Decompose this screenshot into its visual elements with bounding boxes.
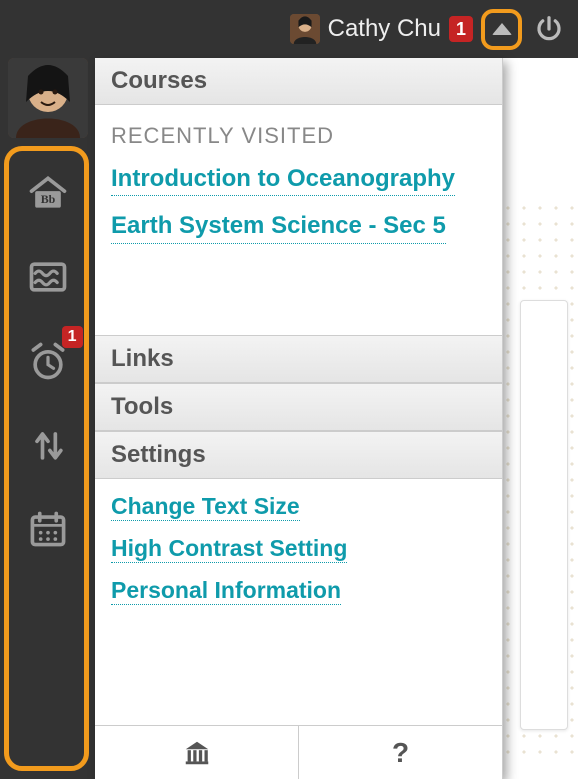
nav-updates[interactable]: 1 [23,336,73,386]
nav-posts[interactable] [23,252,73,302]
avatar-thumb-icon [290,14,320,44]
svg-text:Bb: Bb [40,192,55,206]
user-menu[interactable]: Cathy Chu 1 [290,9,522,50]
updates-badge: 1 [62,326,83,348]
power-icon [534,14,564,44]
nav-blackboard[interactable]: Bb [23,168,73,218]
footer-home-button[interactable] [95,726,298,779]
section-courses[interactable]: Courses [95,58,502,105]
notification-badge: 1 [449,16,473,42]
recent-course-link[interactable]: Earth System Science - Sec 5 [111,210,446,243]
transfer-arrows-icon [26,423,70,467]
nav-grades[interactable] [23,420,73,470]
recent-course-link[interactable]: Introduction to Oceanography [111,163,455,196]
posts-icon [26,255,70,299]
section-settings[interactable]: Settings [95,431,502,479]
nav-calendar[interactable] [23,504,73,554]
settings-link[interactable]: Personal Information [111,577,341,605]
help-icon: ? [392,737,409,769]
section-links[interactable]: Links [95,335,502,383]
avatar-large-icon [8,58,88,138]
institution-icon [182,738,212,768]
chevron-up-icon [492,23,512,35]
user-name: Cathy Chu [328,15,441,43]
calendar-icon [26,507,70,551]
logout-button[interactable] [528,8,570,50]
recent-heading: RECENTLY VISITED [95,105,502,159]
settings-link[interactable]: High Contrast Setting [111,535,347,563]
section-tools[interactable]: Tools [95,383,502,431]
global-nav-panel: Courses RECENTLY VISITED Introduction to… [95,58,503,779]
collapse-toggle[interactable] [481,9,522,50]
home-bb-icon: Bb [26,171,70,215]
footer-help-button[interactable]: ? [298,726,502,779]
settings-link[interactable]: Change Text Size [111,493,300,521]
